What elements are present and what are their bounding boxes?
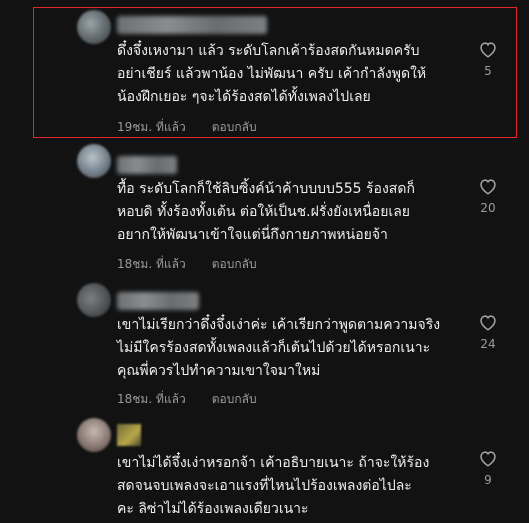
heart-icon: [480, 179, 496, 195]
like-count: 20: [480, 201, 496, 215]
avatar[interactable]: [77, 418, 111, 452]
heart-icon: [480, 451, 496, 467]
comment-meta: 18ชม. ที่แล้ว ตอบกลับ: [117, 390, 257, 409]
like-button[interactable]: 9: [476, 449, 500, 487]
username-blurred[interactable]: [117, 292, 199, 310]
username-blurred[interactable]: [117, 156, 177, 174]
avatar[interactable]: [77, 10, 111, 44]
like-count: 9: [484, 473, 492, 487]
like-button[interactable]: 5: [476, 40, 500, 78]
comment-timestamp: 18ชม. ที่แล้ว: [117, 392, 186, 406]
comment-text: เขาไม่ได้จึ๋งเง่าหรอกจ้า เค้าอธิบายเนาะ …: [117, 455, 430, 517]
comment-text: ดึ๋งจึ๋งเหงามา แล้ว ระดับโลกเค้าร้องสดกั…: [117, 43, 427, 105]
username-avatar-blurred[interactable]: [117, 424, 141, 446]
username-blurred[interactable]: [117, 16, 267, 34]
avatar[interactable]: [77, 144, 111, 178]
like-count: 5: [484, 64, 492, 78]
heart-icon: [480, 42, 496, 58]
comment-text: ทื้อ ระดับโลกก็ใช้ลิบซิ้งค์น้าค้าบบบบ555…: [117, 181, 415, 243]
reply-button[interactable]: ตอบกลับ: [212, 390, 257, 409]
avatar[interactable]: [77, 283, 111, 317]
reply-button[interactable]: ตอบกลับ: [212, 118, 257, 137]
comment-text: เขาไม่เรียกว่าดึ๋งจึ๋งเง่าค่ะ เค้าเรียกว…: [117, 317, 441, 379]
like-button[interactable]: 24: [476, 313, 500, 351]
reply-button[interactable]: ตอบกลับ: [212, 255, 257, 274]
like-button[interactable]: 20: [476, 177, 500, 215]
comment-meta: 18ชม. ที่แล้ว ตอบกลับ: [117, 255, 257, 274]
heart-icon: [480, 315, 496, 331]
comment-timestamp: 19ชม. ที่แล้ว: [117, 120, 186, 134]
like-count: 24: [480, 337, 496, 351]
comment-timestamp: 18ชม. ที่แล้ว: [117, 257, 186, 271]
comment-list: ดึ๋งจึ๋งเหงามา แล้ว ระดับโลกเค้าร้องสดกั…: [0, 0, 529, 523]
comment-meta: 19ชม. ที่แล้ว ตอบกลับ: [117, 118, 257, 137]
